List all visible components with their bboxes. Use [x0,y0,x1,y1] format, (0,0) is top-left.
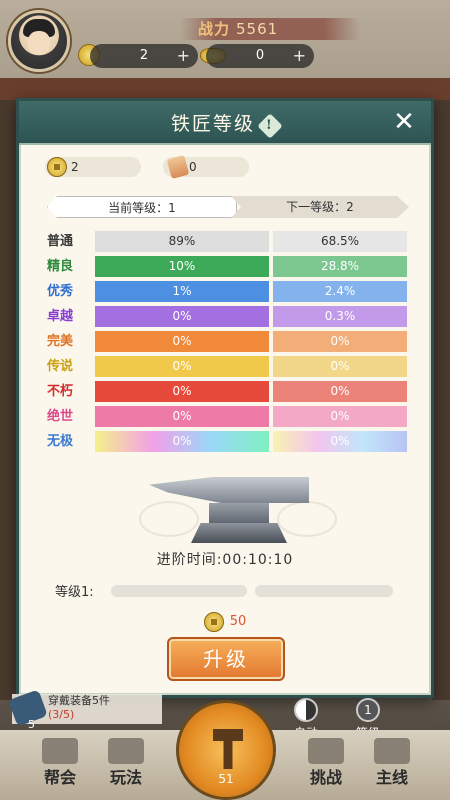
guild-icon [42,738,78,764]
anvil-neck [209,503,269,525]
combat-power-label: 战力 [198,20,231,38]
rarity-row: 优秀 1% 2.4% [47,279,407,304]
upgrade-button[interactable]: 升级 [167,637,285,681]
rarity-current-chance: 0% [95,306,269,327]
rarity-name: 普通 [47,234,74,249]
forge-hammer-icon [213,729,243,769]
quest-text: 穿戴装备5件 [48,694,110,707]
advance-time: 进阶时间:00:10:10 [156,552,294,568]
add-ingots-button[interactable]: + [293,44,306,68]
rarity-row: 绝世 0% 0% [47,404,407,429]
rarity-next-chance: 0% [273,356,407,377]
add-coins-button[interactable]: + [177,44,190,68]
upgrade-cost-value: 50 [229,614,247,629]
rarity-next-chance: 0% [273,331,407,352]
crossed-swords-icon [308,738,344,764]
background-pillar-right [432,100,450,700]
combat-power-value: 5561 [236,20,279,38]
upgrade-cost: 50 [19,611,431,632]
background-beam [0,78,450,100]
rarity-probability-table: 普通 89% 68.5% 精良 10% 28.8% 优秀 1% 2.4% 卓越 0% 0.3% 完美 0%… [47,229,407,454]
nav-main-quest[interactable]: 主线 [362,738,422,788]
level-progress-label: 等级1: [55,585,94,600]
nav-gameplay[interactable]: 玩法 [96,738,156,788]
rarity-current-chance: 1% [95,281,269,302]
anvil-top [149,477,309,503]
level-count: 1 [356,698,380,722]
level-progress-bar-2 [255,585,393,597]
rarity-current-chance: 0% [95,381,269,402]
rarity-next-chance: 0% [273,431,407,452]
rarity-current-chance: 10% [95,256,269,277]
nav-guild-label: 帮会 [43,768,76,787]
rarity-name: 不朽 [47,384,74,399]
rarity-row: 卓越 0% 0.3% [47,304,407,329]
rarity-row: 精良 10% 28.8% [47,254,407,279]
rarity-next-chance: 0.3% [273,306,407,327]
rarity-row: 无极 0% 0% [47,429,407,454]
coin-count: 2 [139,48,149,63]
rarity-current-chance: 0% [95,431,269,452]
rarity-next-chance: 68.5% [273,231,407,252]
ingot-counter: 0 + [206,44,314,68]
nav-challenge[interactable]: 挑战 [296,738,356,788]
info-icon[interactable]: ! [257,113,283,139]
gameplay-icon [108,738,144,764]
player-avatar[interactable] [8,10,70,72]
rarity-current-chance: 89% [95,231,269,252]
rarity-name: 绝世 [47,409,74,424]
rarity-current-chance: 0% [95,406,269,427]
info-icon-glyph: ! [266,118,274,133]
avatar-face [28,31,50,55]
rarity-row: 完美 0% 0% [47,329,407,354]
blacksmith-level-dialog: 铁匠等级! ✕ 2 0 当前等级：1 下一等级：2 普通 89% 68.5% 精良 10… [16,98,434,698]
current-level-tab: 当前等级：1 [47,196,237,218]
rarity-name: 完美 [47,334,74,349]
dialog-title: 铁匠等级! [19,109,431,139]
rarity-name: 卓越 [47,309,74,324]
dialog-header: 铁匠等级! ✕ [19,101,431,145]
rarity-name: 精良 [47,259,74,274]
ingot-count: 0 [255,48,265,63]
anvil-image [139,463,319,553]
top-hud: 战力 5561 2 + 0 + [0,0,450,80]
rarity-name: 无极 [47,434,74,449]
level-progress-bar-1 [111,585,247,597]
main-quest-icon [374,738,410,764]
rarity-next-chance: 0% [273,381,407,402]
next-level-tab: 下一等级：2 [231,196,409,218]
coin-counter: 2 + [90,44,198,68]
upgrade-cost-coin-icon [203,611,224,632]
rarity-row: 普通 89% 68.5% [47,229,407,254]
close-button[interactable]: ✕ [391,109,417,135]
rarity-current-chance: 0% [95,331,269,352]
nav-challenge-label: 挑战 [309,768,342,787]
coin-resource-icon [47,157,67,177]
quest-progress: (3/5) [48,708,75,721]
forge-count: 51 [218,772,234,786]
nav-gameplay-label: 玩法 [109,768,142,787]
yin-yang-icon [294,698,318,722]
rarity-next-chance: 28.8% [273,256,407,277]
combat-power: 战力 5561 [180,18,360,40]
nav-guild[interactable]: 帮会 [30,738,90,788]
rarity-row: 传说 0% 0% [47,354,407,379]
anvil-base [191,523,287,543]
coin-resource-count: 2 [71,160,79,174]
rarity-next-chance: 0% [273,406,407,427]
rarity-current-chance: 0% [95,356,269,377]
nav-main-quest-label: 主线 [375,768,408,787]
scroll-resource-count: 0 [189,160,197,174]
rarity-row: 不朽 0% 0% [47,379,407,404]
rarity-name: 优秀 [47,284,74,299]
dialog-title-text: 铁匠等级 [170,113,255,135]
rarity-name: 传说 [47,359,74,374]
rarity-next-chance: 2.4% [273,281,407,302]
